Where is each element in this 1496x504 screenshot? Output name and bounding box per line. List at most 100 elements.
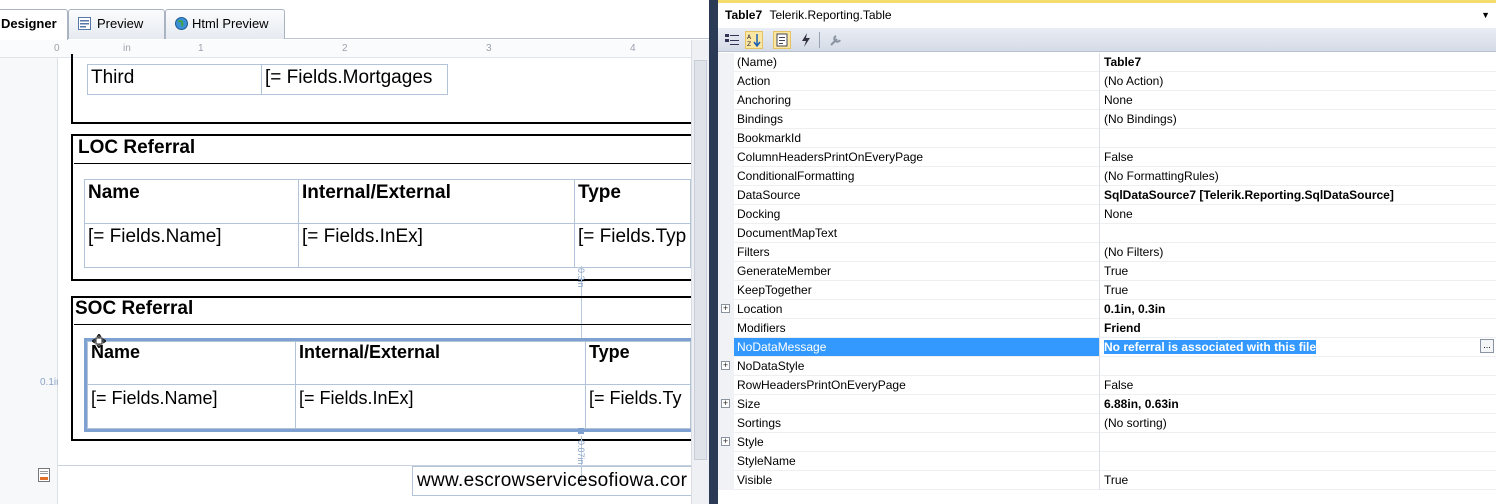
property-row[interactable]: Modifiers Friend bbox=[718, 319, 1496, 338]
property-value[interactable]: (No FormattingRules) bbox=[1100, 167, 1496, 186]
loc-header-name[interactable]: Name bbox=[84, 179, 299, 224]
properties-object-selector[interactable]: Table7 Telerik.Reporting.Table ▼ bbox=[718, 0, 1496, 28]
designer-vertical-scrollbar[interactable] bbox=[691, 40, 709, 504]
property-name[interactable]: ColumnHeadersPrintOnEveryPage bbox=[734, 148, 1100, 167]
footer-url-textbox[interactable]: www.escrowservicesofiowa.cor bbox=[412, 466, 691, 496]
loc-field-inex[interactable]: [= Fields.InEx] bbox=[298, 223, 575, 268]
tab-designer[interactable]: Designer bbox=[0, 9, 68, 40]
soc-header-type[interactable]: Type bbox=[585, 341, 691, 385]
property-name[interactable]: Docking bbox=[734, 205, 1100, 224]
alphabetical-icon[interactable]: AZ bbox=[745, 31, 763, 49]
chevron-down-icon[interactable]: ▼ bbox=[1481, 3, 1490, 27]
property-row[interactable]: Anchoring None bbox=[718, 91, 1496, 110]
property-name[interactable]: BookmarkId bbox=[734, 129, 1100, 148]
soc-header-name[interactable]: Name bbox=[87, 341, 296, 385]
property-name[interactable]: DocumentMapText bbox=[734, 224, 1100, 243]
property-row[interactable]: Action (No Action) bbox=[718, 72, 1496, 91]
resize-handle[interactable] bbox=[578, 428, 584, 434]
property-value[interactable]: False bbox=[1100, 148, 1496, 167]
property-name[interactable]: DataSource bbox=[734, 186, 1100, 205]
property-name[interactable]: NoDataStyle bbox=[734, 357, 1100, 376]
property-name[interactable]: Filters bbox=[734, 243, 1100, 262]
property-row[interactable]: ConditionalFormatting (No FormattingRules… bbox=[718, 167, 1496, 186]
loc-field-name[interactable]: [= Fields.Name] bbox=[84, 223, 299, 268]
property-value[interactable]: SqlDataSource7 [Telerik.Reporting.SqlDat… bbox=[1100, 186, 1496, 205]
property-row[interactable]: + NoDataStyle bbox=[718, 357, 1496, 376]
property-row[interactable]: StyleName bbox=[718, 452, 1496, 471]
events-icon[interactable] bbox=[797, 31, 815, 49]
property-name[interactable]: Modifiers bbox=[734, 319, 1100, 338]
property-name[interactable]: Visible bbox=[734, 471, 1100, 490]
property-row[interactable]: Filters (No Filters) bbox=[718, 243, 1496, 262]
expand-icon[interactable]: + bbox=[721, 304, 730, 313]
loc-referral-title[interactable]: LOC Referral bbox=[78, 137, 195, 159]
scrollbar-thumb[interactable] bbox=[694, 60, 707, 460]
property-value[interactable]: True bbox=[1100, 471, 1496, 490]
property-value[interactable]: (No Filters) bbox=[1100, 243, 1496, 262]
property-value[interactable]: No referral is associated with this file… bbox=[1100, 338, 1496, 357]
property-name[interactable]: KeepTogether bbox=[734, 281, 1100, 300]
soc-referral-title[interactable]: SOC Referral bbox=[75, 298, 193, 320]
property-name[interactable]: Style bbox=[734, 433, 1100, 452]
property-row[interactable]: KeepTogether True bbox=[718, 281, 1496, 300]
property-row[interactable]: DataSource SqlDataSource7 [Telerik.Report… bbox=[718, 186, 1496, 205]
property-name[interactable]: NoDataMessage bbox=[734, 338, 1100, 357]
properties-icon[interactable] bbox=[773, 31, 791, 49]
expand-icon[interactable]: + bbox=[721, 361, 730, 370]
soc-field-inex[interactable]: [= Fields.InEx] bbox=[295, 384, 586, 429]
property-name[interactable]: Location bbox=[734, 300, 1100, 319]
categorized-icon[interactable] bbox=[723, 31, 741, 49]
property-row[interactable]: Docking None bbox=[718, 205, 1496, 224]
property-name[interactable]: Action bbox=[734, 72, 1100, 91]
property-value[interactable] bbox=[1100, 129, 1496, 148]
property-row[interactable]: NoDataMessage No referral is associated w… bbox=[718, 338, 1496, 357]
property-name[interactable]: StyleName bbox=[734, 452, 1100, 471]
property-value[interactable]: 6.88in, 0.63in bbox=[1100, 395, 1496, 414]
property-row[interactable]: Visible True bbox=[718, 471, 1496, 490]
property-value[interactable]: False bbox=[1100, 376, 1496, 395]
tab-html-preview[interactable]: Html Preview bbox=[165, 9, 285, 39]
property-value[interactable]: Table7 bbox=[1100, 53, 1496, 72]
property-value[interactable]: Friend bbox=[1100, 319, 1496, 338]
property-name[interactable]: (Name) bbox=[734, 53, 1100, 72]
property-name[interactable]: Bindings bbox=[734, 110, 1100, 129]
expand-icon[interactable]: + bbox=[721, 437, 730, 446]
property-value[interactable]: None bbox=[1100, 205, 1496, 224]
property-row[interactable]: RowHeadersPrintOnEveryPage False bbox=[718, 376, 1496, 395]
property-value[interactable]: 0.1in, 0.3in bbox=[1100, 300, 1496, 319]
property-row[interactable]: Sortings (No sorting) bbox=[718, 414, 1496, 433]
property-value[interactable]: True bbox=[1100, 262, 1496, 281]
property-value[interactable] bbox=[1100, 224, 1496, 243]
property-value[interactable] bbox=[1100, 452, 1496, 471]
loc-header-inex[interactable]: Internal/External bbox=[298, 179, 575, 224]
property-row[interactable]: BookmarkId bbox=[718, 129, 1496, 148]
mortgage-field-cell[interactable]: [= Fields.Mortgages bbox=[261, 64, 448, 95]
panel-splitter[interactable] bbox=[709, 0, 718, 504]
property-pages-icon[interactable] bbox=[827, 31, 845, 49]
soc-header-inex[interactable]: Internal/External bbox=[295, 341, 586, 385]
expand-icon[interactable]: + bbox=[721, 399, 730, 408]
property-name[interactable]: Size bbox=[734, 395, 1100, 414]
property-name[interactable]: Anchoring bbox=[734, 91, 1100, 110]
property-row[interactable]: + Size 6.88in, 0.63in bbox=[718, 395, 1496, 414]
property-value[interactable]: True bbox=[1100, 281, 1496, 300]
property-value[interactable]: None bbox=[1100, 91, 1496, 110]
property-row[interactable]: GenerateMember True bbox=[718, 262, 1496, 281]
property-value[interactable]: (No Bindings) bbox=[1100, 110, 1496, 129]
property-row[interactable]: + Location 0.1in, 0.3in bbox=[718, 300, 1496, 319]
property-row[interactable]: Bindings (No Bindings) bbox=[718, 110, 1496, 129]
property-name[interactable]: ConditionalFormatting bbox=[734, 167, 1100, 186]
page-footer-section-icon[interactable] bbox=[38, 468, 50, 482]
soc-field-name[interactable]: [= Fields.Name] bbox=[87, 384, 296, 429]
property-name[interactable]: GenerateMember bbox=[734, 262, 1100, 281]
property-value[interactable]: (No Action) bbox=[1100, 72, 1496, 91]
property-name[interactable]: RowHeadersPrintOnEveryPage bbox=[734, 376, 1100, 395]
property-value[interactable]: (No sorting) bbox=[1100, 414, 1496, 433]
move-handle-icon[interactable] bbox=[92, 334, 106, 348]
tab-preview[interactable]: Preview bbox=[68, 9, 165, 39]
mortgage-label-cell[interactable]: Third bbox=[87, 64, 262, 95]
loc-field-type[interactable]: [= Fields.Typ bbox=[574, 223, 691, 268]
property-row[interactable]: DocumentMapText bbox=[718, 224, 1496, 243]
property-row[interactable]: (Name) Table7 bbox=[718, 53, 1496, 72]
soc-field-type[interactable]: [= Fields.Ty bbox=[585, 384, 691, 429]
